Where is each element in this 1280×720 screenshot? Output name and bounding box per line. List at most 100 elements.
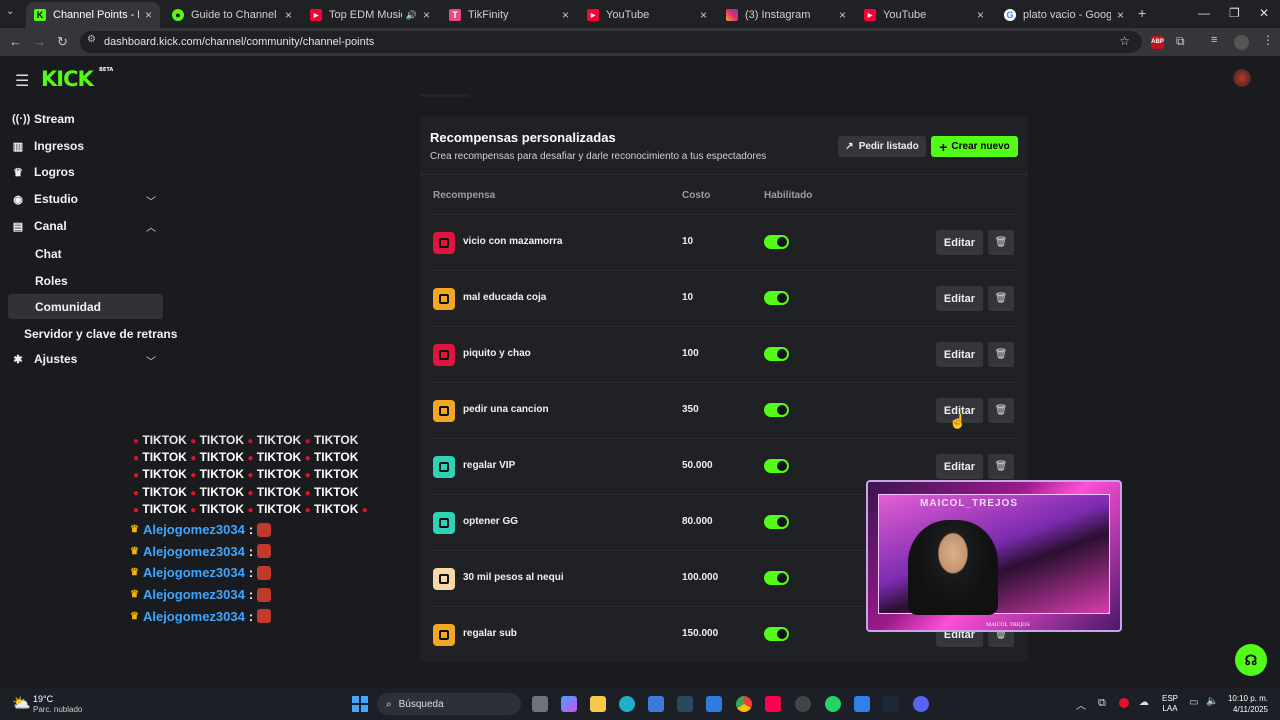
menu-kebab-icon[interactable]: ⋮: [1262, 33, 1274, 47]
reward-enabled-toggle[interactable]: [764, 515, 789, 529]
create-new-button[interactable]: + Crear nuevo: [931, 136, 1018, 157]
hamburger-menu-icon[interactable]: ☰: [15, 71, 29, 91]
tab-guide[interactable]: ● Guide to Channel Points | ×: [164, 2, 300, 28]
profile-avatar[interactable]: [1234, 35, 1249, 50]
delete-button[interactable]: 🗑: [988, 286, 1014, 311]
sidebar-item-stream[interactable]: ((·)) Stream: [12, 109, 75, 129]
chevron-down-icon[interactable]: ﹀: [146, 193, 156, 208]
support-chat-button[interactable]: ☊: [1235, 644, 1267, 676]
close-icon[interactable]: ×: [977, 8, 984, 22]
edit-button[interactable]: Editar: [936, 454, 983, 479]
media-control-icon[interactable]: ≡: [1211, 34, 1217, 46]
sidebar-item-chat[interactable]: Chat: [35, 247, 62, 261]
steam-icon[interactable]: [677, 696, 693, 712]
edit-button[interactable]: Editar: [936, 286, 983, 311]
tray-red-icon[interactable]: [1119, 698, 1129, 708]
tray-chevron-icon[interactable]: ︿: [1076, 697, 1086, 712]
speaker-icon[interactable]: 🔊: [406, 10, 417, 21]
network-icon[interactable]: ▭: [1189, 697, 1198, 708]
kick-logo[interactable]: KICK BETA: [41, 67, 113, 91]
discord-icon[interactable]: [913, 696, 929, 712]
close-icon[interactable]: ×: [1117, 8, 1124, 22]
start-windows-icon[interactable]: [352, 696, 368, 712]
delete-button[interactable]: 🗑: [988, 454, 1014, 479]
reward-enabled-toggle[interactable]: [764, 235, 789, 249]
reward-enabled-toggle[interactable]: [764, 347, 789, 361]
reward-icon: [433, 344, 455, 366]
close-icon[interactable]: ×: [700, 8, 707, 22]
reload-icon[interactable]: ↻: [57, 34, 68, 50]
delete-button[interactable]: 🗑: [988, 342, 1014, 367]
forward-icon[interactable]: →: [33, 34, 46, 49]
sidebar-item-estudio[interactable]: ◉ Estudio: [12, 189, 78, 209]
sidebar-item-ajustes[interactable]: ✱ Ajustes: [12, 349, 77, 369]
extensions-icon[interactable]: ⧉: [1176, 34, 1185, 49]
address-bar[interactable]: ⚙ dashboard.kick.com/channel/community/c…: [80, 31, 1142, 53]
close-icon[interactable]: ×: [839, 8, 846, 22]
tray-cloud-icon[interactable]: ☁: [1139, 697, 1149, 708]
reward-icon: [433, 512, 455, 534]
obs-icon[interactable]: [795, 696, 811, 712]
tab-search-button[interactable]: ⌄: [6, 6, 14, 17]
mail-icon[interactable]: [706, 696, 722, 712]
tab-youtube-2[interactable]: ▶ YouTube ×: [856, 2, 992, 28]
close-icon[interactable]: ×: [145, 8, 152, 22]
close-window-icon[interactable]: ✕: [1259, 6, 1269, 20]
sidebar-item-canal[interactable]: ▤ Canal: [12, 216, 67, 236]
task-view-icon[interactable]: [532, 696, 548, 712]
reward-name: optener GG: [463, 516, 519, 527]
reward-enabled-toggle[interactable]: [764, 627, 789, 641]
chevron-down-icon[interactable]: ﹀: [146, 353, 156, 368]
back-icon[interactable]: ←: [9, 34, 22, 49]
close-icon[interactable]: ×: [285, 8, 292, 22]
chrome-icon[interactable]: [736, 696, 752, 712]
tiktok-line: ● TIKTOK ● TIKTOK ● TIKTOK ● TIKTOK: [133, 467, 359, 481]
whatsapp-icon[interactable]: [825, 696, 841, 712]
tab-google-search[interactable]: G plato vacio - Google Sea ×: [996, 2, 1132, 28]
file-explorer-icon[interactable]: [590, 696, 606, 712]
reward-enabled-toggle[interactable]: [764, 403, 789, 417]
tiktok-line: ● TIKTOK ● TIKTOK ● TIKTOK ● TIKTOK: [133, 485, 359, 499]
sidebar-item-roles[interactable]: Roles: [35, 274, 68, 288]
steam-client-icon[interactable]: [883, 696, 899, 712]
abp-extension-icon[interactable]: ABP: [1151, 36, 1164, 49]
vscode-icon[interactable]: [854, 696, 870, 712]
tray-app-icon[interactable]: ⧉: [1098, 697, 1106, 710]
user-avatar[interactable]: [1233, 69, 1251, 87]
delete-button[interactable]: 🗑: [988, 398, 1014, 423]
bookmark-star-icon[interactable]: ☆: [1119, 34, 1130, 48]
edit-button[interactable]: Editar: [936, 230, 983, 255]
chevron-up-icon[interactable]: ︿: [146, 219, 156, 234]
weather-icon[interactable]: ⛅: [12, 694, 31, 712]
reward-enabled-toggle[interactable]: [764, 459, 789, 473]
reward-name: 30 mil pesos al nequi: [463, 572, 564, 583]
language-indicator[interactable]: ESP LAA: [1162, 694, 1178, 714]
store-icon[interactable]: [648, 696, 664, 712]
tab-instagram[interactable]: (3) Instagram ×: [718, 2, 854, 28]
edit-button[interactable]: Editar: [936, 342, 983, 367]
new-tab-button[interactable]: +: [1138, 5, 1146, 21]
taskbar-search-input[interactable]: ⌕ Búsqueda: [377, 693, 521, 715]
reward-enabled-toggle[interactable]: [764, 571, 789, 585]
clock[interactable]: 10:10 p. m. 4/11/2025: [1224, 693, 1268, 715]
tab-edm-mix[interactable]: ▶ Top EDM Music Mix 2 🔊 ×: [302, 2, 438, 28]
sidebar-item-servidor[interactable]: Servidor y clave de retrans: [24, 327, 177, 341]
tiktok-icon[interactable]: [765, 696, 781, 712]
request-list-button[interactable]: ↗ Pedir listado: [838, 136, 926, 157]
sidebar-item-ingresos[interactable]: ▥ Ingresos: [12, 136, 84, 156]
delete-button[interactable]: 🗑: [988, 230, 1014, 255]
tab-youtube-1[interactable]: ▶ YouTube ×: [579, 2, 715, 28]
edge-icon[interactable]: [619, 696, 635, 712]
tab-tikfinity[interactable]: T TikFinity ×: [441, 2, 577, 28]
copilot-icon[interactable]: [561, 696, 577, 712]
reward-enabled-toggle[interactable]: [764, 291, 789, 305]
site-info-icon[interactable]: ⚙: [87, 34, 96, 45]
tab-channel-points[interactable]: K Channel Points - Kick Da ×: [26, 2, 160, 28]
restore-icon[interactable]: ❐: [1229, 6, 1240, 20]
close-icon[interactable]: ×: [423, 8, 430, 22]
sidebar-item-logros[interactable]: ♛ Logros: [12, 162, 75, 182]
minimize-icon[interactable]: —: [1198, 6, 1210, 20]
volume-icon[interactable]: 🔈: [1206, 696, 1218, 707]
close-icon[interactable]: ×: [562, 8, 569, 22]
youtube-icon: ▶: [587, 9, 599, 21]
